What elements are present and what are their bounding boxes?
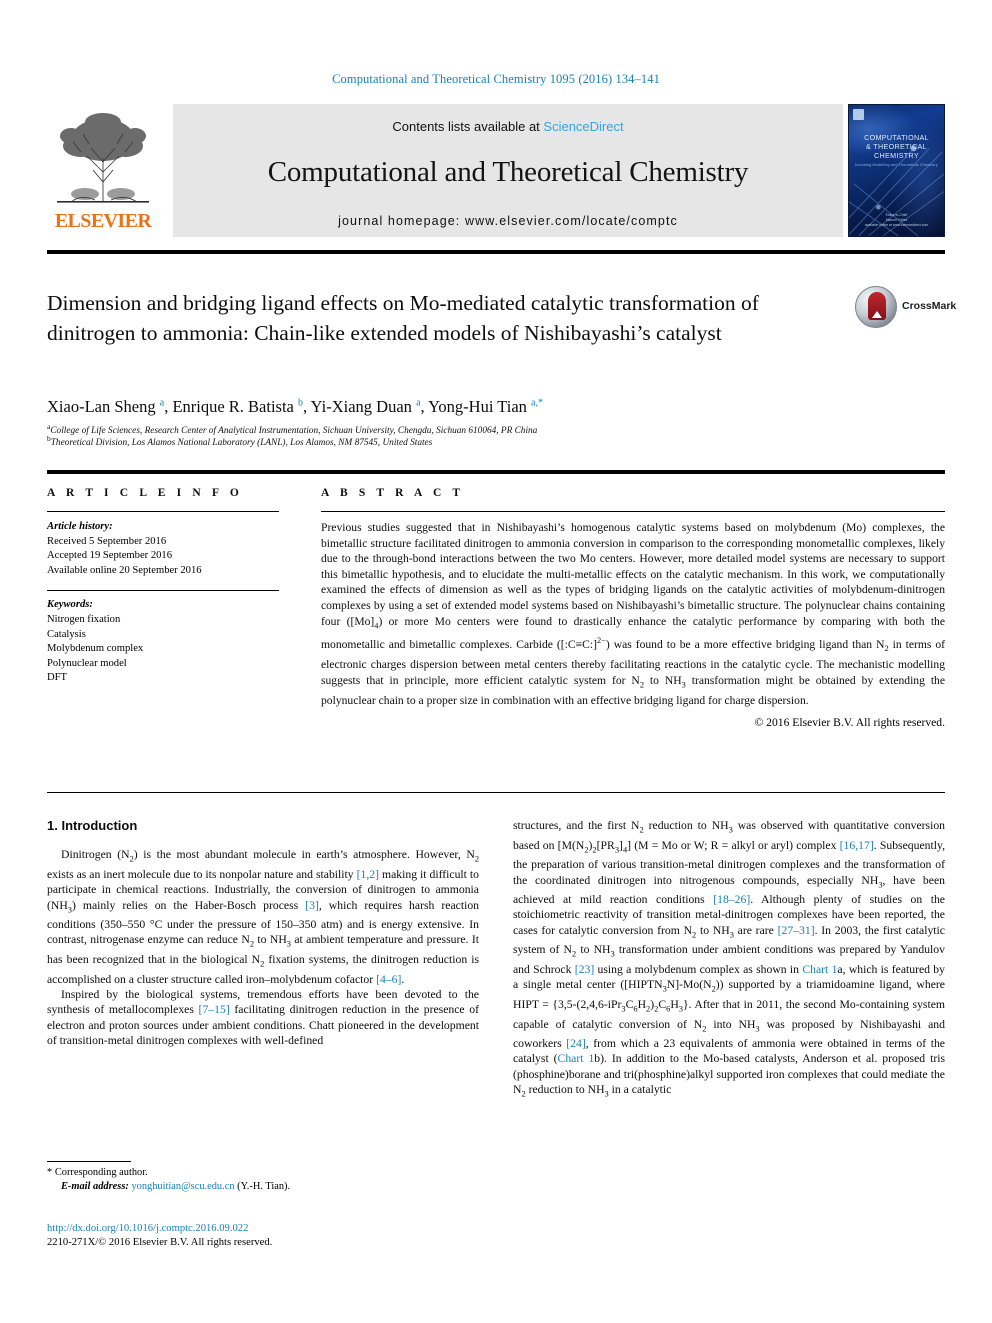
article-info-rule-2	[47, 590, 279, 592]
crossmark-icon-arrow	[872, 311, 882, 318]
journal-homepage[interactable]: journal homepage: www.elsevier.com/locat…	[173, 214, 843, 228]
title-block: Dimension and bridging ligand effects on…	[47, 288, 837, 348]
email-suffix: (Y.-H. Tian).	[237, 1181, 291, 1192]
article-info-rule-1	[47, 511, 279, 512]
crossmark-label: CrossMark	[902, 300, 957, 312]
imprint-block: http://dx.doi.org/10.1016/j.comptc.2016.…	[47, 1222, 507, 1250]
abstract-heading: A B S T R A C T	[321, 487, 465, 499]
email-line: E-mail address: yonghuitian@scu.edu.cn (…	[47, 1180, 479, 1194]
paragraph: Dinitrogen (N2) is the most abundant mol…	[47, 848, 480, 986]
crossmark-badge[interactable]: CrossMark	[855, 286, 956, 334]
doi-link[interactable]: http://dx.doi.org/10.1016/j.comptc.2016.…	[47, 1222, 507, 1236]
paragraph: structures, and the first N2 reduction t…	[513, 819, 946, 1099]
keyword-item: Catalysis	[47, 628, 86, 640]
article-history-item: Available online 20 September 2016	[47, 564, 202, 576]
keyword-item: Molybdenum complex	[47, 643, 144, 655]
keyword-item: Polynuclear model	[47, 657, 127, 669]
elsevier-tree-icon	[57, 113, 149, 203]
author-list: Xiao-Lan Sheng a, Enrique R. Batista b, …	[47, 397, 543, 416]
abstract-rule	[321, 511, 945, 512]
corresponding-label: Corresponding author.	[54, 1167, 148, 1178]
affiliation-b-text: Theoretical Division, Los Alamos Nationa…	[50, 438, 433, 449]
elsevier-logo: ELSEVIER	[47, 104, 159, 237]
cover-title: COMPUTATIONAL & THEORETICAL CHEMISTRY	[849, 133, 944, 160]
abstract-bottom-rule	[47, 792, 945, 793]
cover-title-line-2: & THEORETICAL	[866, 142, 927, 151]
cover-footer: Editor-in-Chief Manuel Yáñez available o…	[849, 213, 944, 228]
cover-publisher-logo	[853, 109, 864, 120]
cover-title-line-3: CHEMISTRY	[874, 151, 919, 160]
article-history-item: Accepted 19 September 2016	[47, 550, 173, 562]
imprint-text: 2210-271X/© 2016 Elsevier B.V. All right…	[47, 1237, 273, 1249]
journal-masthead: ELSEVIER Contents lists available at Sci…	[47, 104, 945, 237]
masthead-center-panel: Contents lists available at ScienceDirec…	[173, 104, 843, 237]
elsevier-wordmark: ELSEVIER	[54, 210, 152, 232]
body-column-left: 1. Introduction Dinitrogen (N2) is the m…	[47, 818, 479, 1048]
corresponding-author-footnote: * Corresponding author. E-mail address: …	[47, 1166, 479, 1194]
corresponding-author-line: * Corresponding author.	[47, 1166, 479, 1180]
section-title-introduction: 1. Introduction	[47, 818, 138, 833]
contents-available-line: Contents lists available at ScienceDirec…	[173, 119, 843, 134]
keyword-item: DFT	[47, 672, 68, 684]
abstract-section: A B S T R A C T Previous studies suggest…	[321, 487, 945, 729]
email-label: E-mail address:	[61, 1181, 129, 1192]
abstract-copyright: © 2016 Elsevier B.V. All rights reserved…	[754, 716, 945, 730]
crossmark-icon	[855, 286, 897, 328]
sciencedirect-link[interactable]: ScienceDirect	[543, 119, 623, 134]
paragraph: Inspired by the biological systems, trem…	[47, 987, 479, 1047]
cover-footer-line-3: available online at www.sciencedirect.co…	[864, 223, 929, 227]
article-history-item: Received 5 September 2016	[47, 535, 167, 547]
article-history-label: Article history:	[47, 521, 113, 532]
article-info-heading: A R T I C L E I N F O	[47, 487, 243, 499]
article-history-block: Article history: Received 5 September 20…	[47, 520, 279, 578]
running-head: Computational and Theoretical Chemistry …	[332, 72, 660, 86]
masthead-divider-rule	[47, 250, 945, 254]
keywords-label: Keywords:	[47, 599, 93, 611]
cover-title-line-1: COMPUTATIONAL	[864, 133, 929, 142]
affiliation-b: bTheoretical Division, Los Alamos Nation…	[47, 434, 433, 449]
abstract-body: Previous studies suggested that in Nishi…	[321, 521, 946, 707]
footnote-rule	[47, 1161, 131, 1162]
info-top-rule	[47, 470, 945, 474]
keywords-block: Keywords: Nitrogen fixation Catalysis Mo…	[47, 598, 279, 686]
keyword-item: Nitrogen fixation	[47, 613, 121, 625]
page-title: Dimension and bridging ligand effects on…	[47, 291, 759, 345]
body-column-right: structures, and the first N2 reduction t…	[513, 818, 945, 1102]
journal-title: Computational and Theoretical Chemistry	[267, 156, 749, 188]
corresponding-marker: *	[47, 1167, 53, 1178]
journal-cover-thumbnail: COMPUTATIONAL & THEORETICAL CHEMISTRY In…	[848, 104, 945, 237]
paper-page: Computational and Theoretical Chemistry …	[0, 0, 992, 1323]
email-link[interactable]: yonghuitian@scu.edu.cn	[131, 1181, 234, 1192]
contents-prefix: Contents lists available at	[392, 119, 544, 134]
article-info-section: A R T I C L E I N F O Article history: R…	[47, 487, 279, 686]
cover-subtitle: Including Modelling and Theoretical Chem…	[855, 163, 938, 167]
